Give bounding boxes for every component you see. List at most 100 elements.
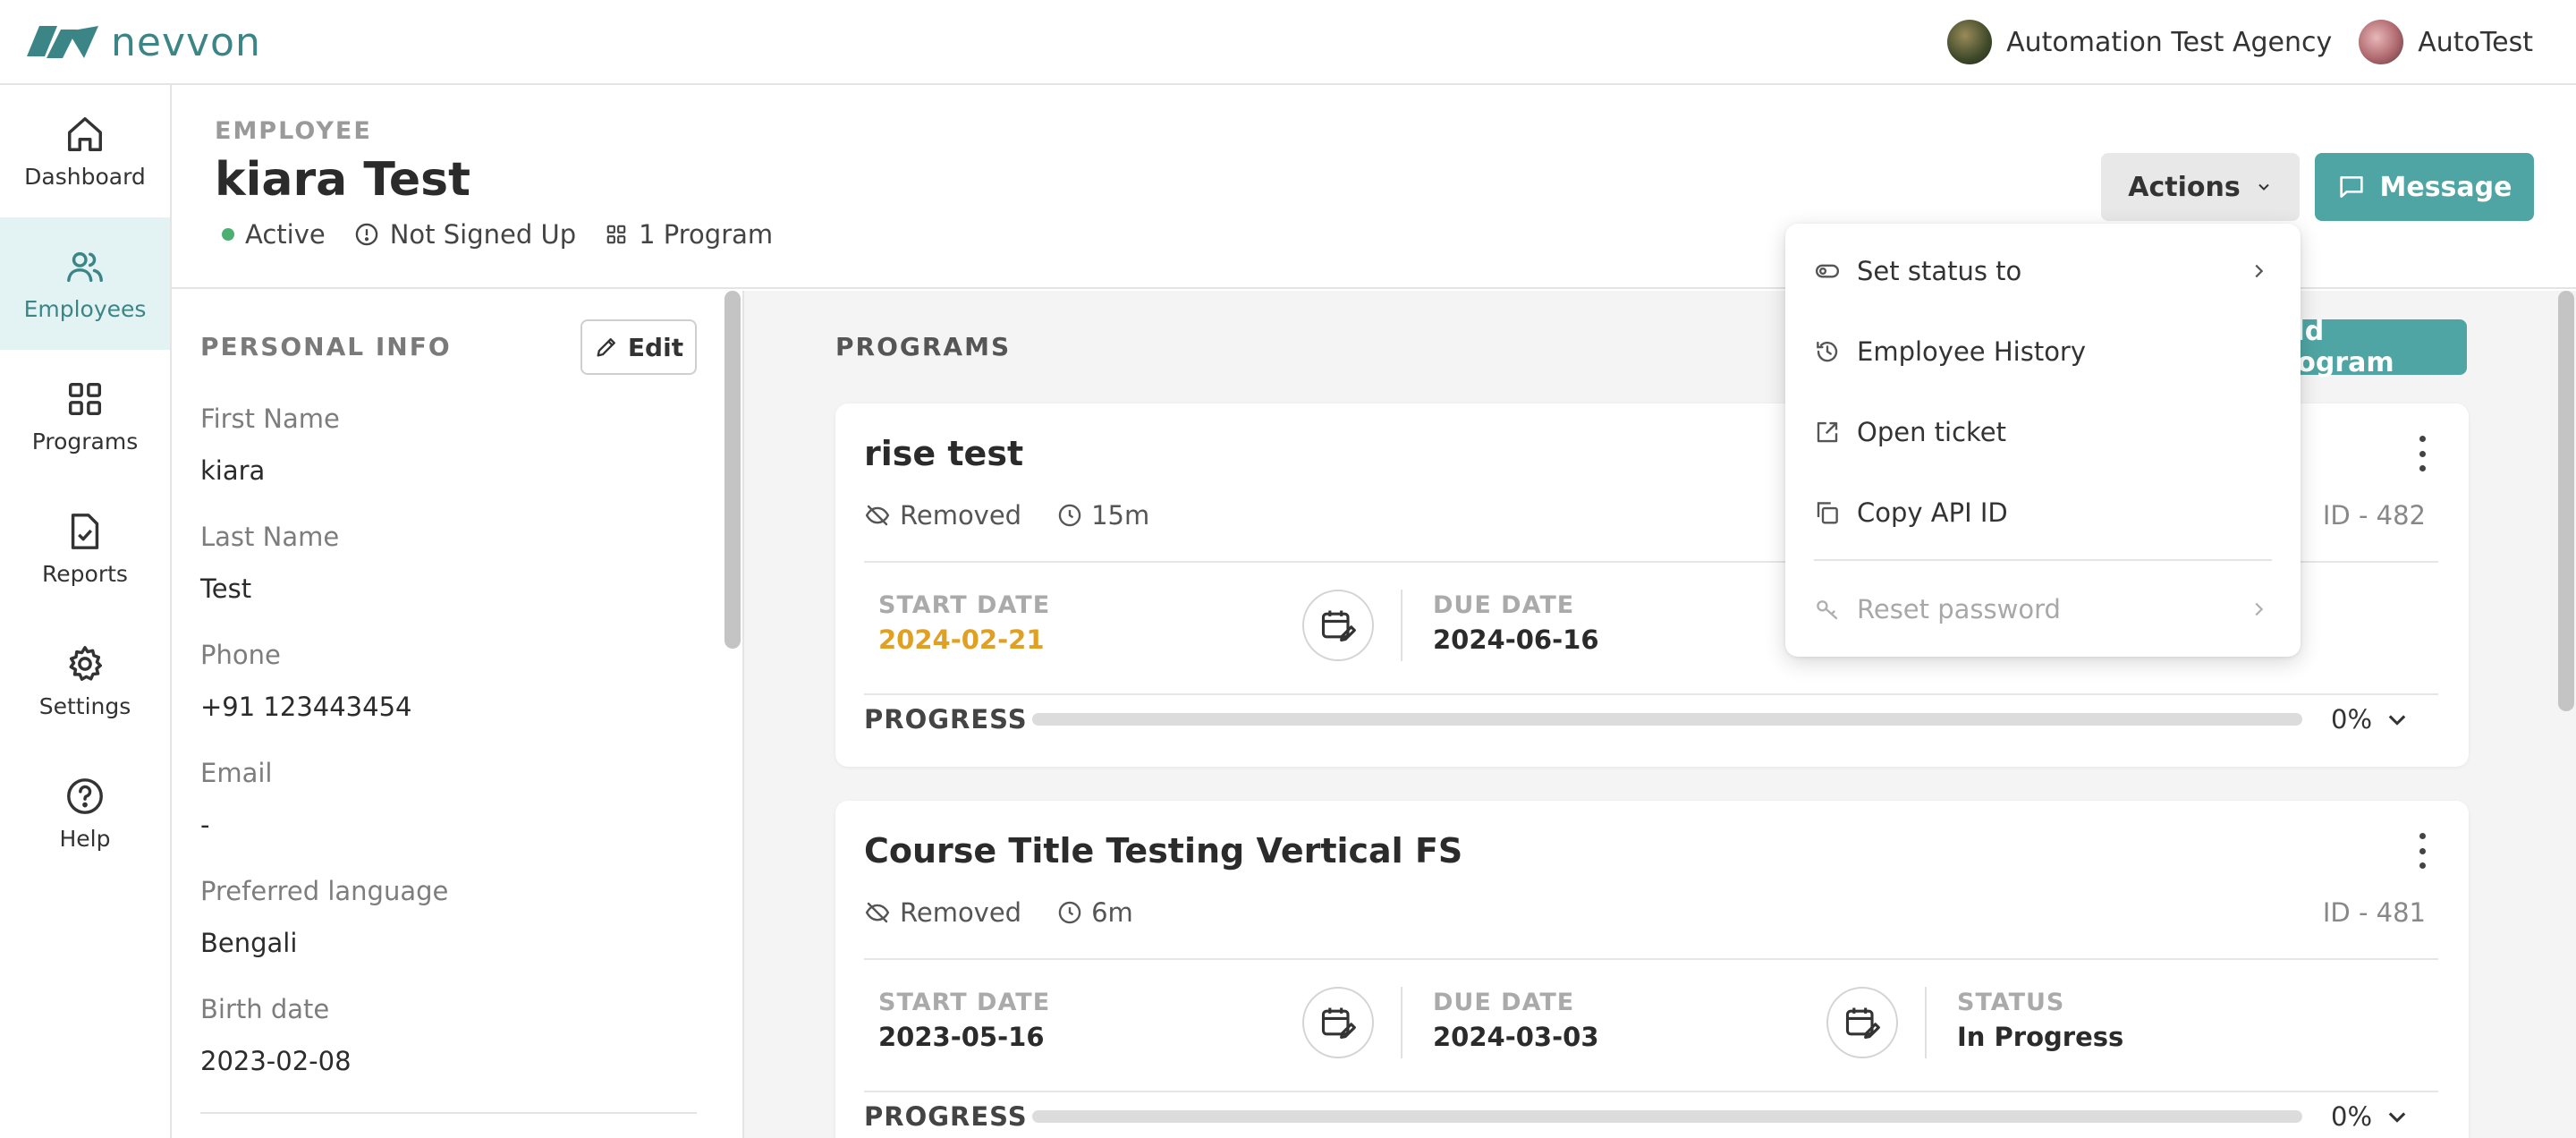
sidebar-item-label: Dashboard (24, 163, 146, 190)
brand-logo[interactable]: nevvon (27, 20, 261, 65)
due-date-block: DUE DATE 2024-03-03 (1433, 989, 1599, 1052)
grid-icon (606, 225, 626, 244)
status-value: In Progress (1957, 1022, 2124, 1052)
sidebar-item-reports[interactable]: Reports (0, 482, 170, 615)
sidebar-item-help[interactable]: Help (0, 747, 170, 879)
separator (1401, 987, 1402, 1058)
chevron-right-icon (2255, 602, 2264, 616)
menu-item-open-ticket[interactable]: Open ticket (1785, 396, 2301, 468)
sidebar-item-label: Settings (38, 692, 131, 719)
chevron-down-icon (2258, 183, 2269, 191)
program-title[interactable]: rise test (864, 434, 1023, 473)
status-block: STATUS In Progress (1957, 989, 2123, 1052)
agency-switcher[interactable]: Automation Test Agency (1947, 20, 2332, 64)
sidebar-item-label: Employees (23, 295, 147, 322)
menu-item-copy-api-id[interactable]: Copy API ID (1785, 477, 2301, 548)
program-id: ID - 481 (2322, 897, 2426, 928)
due-date-value: 2024-06-16 (1433, 624, 1599, 655)
more-options-icon[interactable] (2411, 833, 2433, 869)
home-icon (68, 116, 102, 151)
signup-status: Not Signed Up (354, 219, 576, 250)
menu-item-reset-password[interactable]: Reset password (1785, 573, 2301, 645)
start-date-value: 2024-02-21 (878, 624, 1045, 655)
progress-bar (1032, 1110, 2302, 1123)
sidebar-item-settings[interactable]: Settings (0, 615, 170, 747)
due-date-label: DUE DATE (1433, 989, 1575, 1016)
program-title[interactable]: Course Title Testing Vertical FS (864, 831, 1462, 870)
sidebar-item-label: Help (59, 825, 111, 852)
chevron-down-icon[interactable] (2385, 1104, 2410, 1129)
clock-icon (1058, 901, 1081, 924)
edit-button[interactable]: Edit (580, 319, 697, 375)
sidebar-item-dashboard[interactable]: Dashboard (0, 85, 170, 217)
menu-item-label: Copy API ID (1857, 497, 2008, 528)
programs-scrollbar[interactable] (2558, 291, 2574, 711)
field-value: Bengali (200, 928, 298, 958)
message-icon (2339, 176, 2363, 198)
visibility-text: Removed (900, 897, 1022, 928)
message-button-label: Message (2379, 171, 2512, 203)
start-date-block: START DATE 2024-02-21 (878, 591, 1050, 655)
menu-item-set-status[interactable]: Set status to (1785, 235, 2301, 307)
programs-panel: PROGRAMS Add program rise test Removed 1… (744, 291, 2576, 1138)
edit-start-date-button[interactable] (1302, 590, 1374, 661)
sidebar-item-label: Programs (31, 428, 139, 454)
copy-icon (1817, 502, 1838, 524)
sidebar-item-programs[interactable]: Programs (0, 350, 170, 482)
calendar-edit-icon (1321, 610, 1356, 642)
duration-text: 6m (1091, 897, 1133, 928)
personal-info-panel: PERSONAL INFO Edit First Name kiara Last… (172, 291, 744, 1138)
start-date-label: START DATE (878, 989, 1051, 1016)
divider (864, 693, 2438, 695)
user-name: AutoTest (2418, 26, 2533, 58)
chevron-down-icon[interactable] (2385, 707, 2410, 732)
eye-off-icon (865, 902, 890, 923)
field-label: Last Name (200, 522, 340, 552)
brand-name: nevvon (111, 20, 261, 65)
visibility-status: Removed (864, 897, 1021, 928)
field-label: Preferred language (200, 876, 449, 906)
due-date-block: DUE DATE 2024-06-16 (1433, 591, 1599, 655)
programs-title: PROGRAMS (835, 332, 1012, 361)
agency-name: Automation Test Agency (2006, 26, 2333, 58)
field-phone: Phone +91 123443454 (200, 640, 411, 722)
signup-text: Not Signed Up (389, 219, 577, 250)
actions-button[interactable]: Actions (2101, 153, 2300, 221)
message-button[interactable]: Message (2315, 153, 2534, 221)
external-link-icon (1817, 421, 1838, 443)
menu-item-label: Employee History (1857, 336, 2087, 367)
agency-avatar (1947, 20, 1993, 64)
start-date-value: 2023-05-16 (878, 1022, 1045, 1052)
sidebar: Dashboard Employees Programs Reports Set… (0, 85, 172, 1138)
progress-bar (1032, 713, 2302, 726)
edit-button-label: Edit (627, 332, 684, 362)
field-preferred-language: Preferred language Bengali (200, 876, 448, 958)
info-panel-scrollbar[interactable] (724, 291, 741, 649)
programs-count: 1 Program (605, 219, 773, 250)
info-circle-icon (355, 223, 377, 246)
toggle-icon (1815, 264, 1840, 278)
field-value: 2023-02-08 (200, 1046, 352, 1076)
field-value: +91 123443454 (200, 692, 412, 722)
field-last-name: Last Name Test (200, 522, 339, 604)
menu-item-label: Set status to (1857, 256, 2022, 286)
progress-percent: 0% (2331, 1101, 2373, 1132)
user-menu[interactable]: AutoTest (2359, 20, 2533, 64)
program-id: ID - 482 (2322, 500, 2426, 531)
gear-icon (69, 645, 102, 681)
clock-icon (1058, 504, 1081, 527)
report-icon (71, 513, 99, 549)
start-date-label: START DATE (878, 591, 1051, 619)
edit-start-date-button[interactable] (1302, 987, 1374, 1058)
duration: 6m (1057, 897, 1133, 928)
personal-info-title: PERSONAL INFO (200, 332, 452, 361)
field-value: - (200, 810, 210, 840)
edit-due-date-button[interactable] (1826, 987, 1898, 1058)
status-badge: Active (222, 219, 326, 250)
sidebar-item-label: Reports (42, 560, 128, 587)
sidebar-item-employees[interactable]: Employees (0, 217, 170, 350)
menu-item-employee-history[interactable]: Employee History (1785, 316, 2301, 387)
field-birth-date: Birth date 2023-02-08 (200, 994, 352, 1076)
field-label: Phone (200, 640, 281, 670)
more-options-icon[interactable] (2411, 436, 2433, 471)
